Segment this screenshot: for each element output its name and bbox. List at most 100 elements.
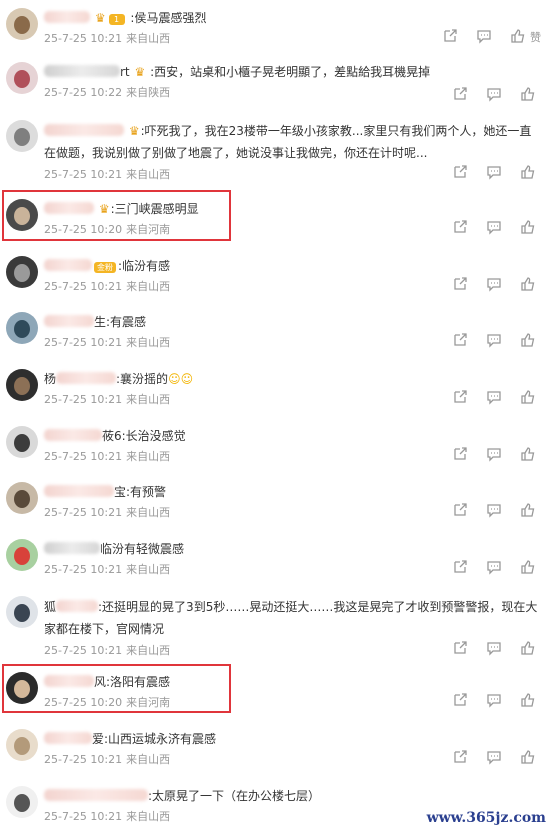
username-visible[interactable]: 狐 <box>44 600 56 614</box>
like-icon[interactable] <box>520 749 538 767</box>
comment-icon[interactable] <box>486 559 504 577</box>
comment-time: 25-7-25 10:21 <box>44 336 123 349</box>
comment-icon[interactable] <box>486 502 504 520</box>
comment-text: :山西运城永济有震感 <box>104 732 217 746</box>
comment-icon[interactable] <box>486 389 504 407</box>
like-icon[interactable] <box>520 692 538 710</box>
share-icon[interactable] <box>452 276 470 294</box>
username-blurred[interactable] <box>44 789 148 801</box>
watermark: www.365jz.com <box>426 810 546 826</box>
comment-icon[interactable] <box>476 28 494 46</box>
username-blurred[interactable] <box>44 124 124 136</box>
username-visible[interactable]: 生 <box>94 315 106 329</box>
comment-text: :三门峡震感明显 <box>110 202 199 216</box>
avatar[interactable] <box>6 596 38 628</box>
comment-icon[interactable] <box>486 692 504 710</box>
share-icon[interactable] <box>452 219 470 237</box>
share-icon[interactable] <box>442 28 460 46</box>
comment-location: 来自陕西 <box>126 86 171 99</box>
like-label[interactable]: 赞 <box>530 29 541 45</box>
comment-icon[interactable] <box>486 446 504 464</box>
vip-badge: 1 <box>108 14 125 25</box>
like-icon[interactable] <box>520 502 538 520</box>
comment-location: 来自山西 <box>126 336 171 349</box>
like-icon[interactable] <box>520 164 538 182</box>
like-icon[interactable] <box>520 86 538 104</box>
share-icon[interactable] <box>452 164 470 182</box>
username-visible[interactable]: 宝 <box>114 485 126 499</box>
comment-time: 25-7-25 10:22 <box>44 86 123 99</box>
share-icon[interactable] <box>452 446 470 464</box>
username-blurred[interactable] <box>44 542 100 554</box>
avatar[interactable] <box>6 120 38 152</box>
like-icon[interactable] <box>520 446 538 464</box>
share-icon[interactable] <box>452 86 470 104</box>
username-visible[interactable]: 风 <box>94 675 106 689</box>
username-blurred[interactable] <box>44 11 90 23</box>
like-icon[interactable] <box>520 559 538 577</box>
comment-icon[interactable] <box>486 86 504 104</box>
username-blurred[interactable] <box>56 372 117 384</box>
like-icon[interactable] <box>520 389 538 407</box>
comment-icon[interactable] <box>486 640 504 658</box>
comment-time: 25-7-25 10:21 <box>44 280 123 293</box>
share-icon[interactable] <box>452 502 470 520</box>
share-icon[interactable] <box>452 692 470 710</box>
avatar[interactable] <box>6 482 38 514</box>
comment-location: 来自山西 <box>126 280 171 293</box>
avatar[interactable] <box>6 426 38 458</box>
username-blurred[interactable] <box>44 202 94 214</box>
like-icon[interactable] <box>520 640 538 658</box>
comment-time: 25-7-25 10:21 <box>44 450 123 463</box>
share-icon[interactable] <box>452 749 470 767</box>
comment-location: 来自山西 <box>126 32 171 45</box>
avatar[interactable] <box>6 256 38 288</box>
username-visible[interactable]: 爱 <box>92 732 104 746</box>
comment-location: 来自山西 <box>126 644 171 657</box>
like-icon[interactable] <box>520 332 538 350</box>
share-icon[interactable] <box>452 389 470 407</box>
avatar[interactable] <box>6 312 38 344</box>
comment-icon[interactable] <box>486 276 504 294</box>
comment-time: 25-7-25 10:21 <box>44 32 123 45</box>
comment-text: :有预警 <box>126 485 167 499</box>
comment-location: 来自山西 <box>126 810 171 823</box>
share-icon[interactable] <box>452 559 470 577</box>
comment-icon[interactable] <box>486 332 504 350</box>
avatar[interactable] <box>6 786 38 818</box>
comment-icon[interactable] <box>486 219 504 237</box>
comment-time: 25-7-25 10:20 <box>44 223 123 236</box>
username-visible[interactable]: rt <box>120 65 130 79</box>
username-blurred[interactable] <box>44 675 94 687</box>
username-blurred[interactable] <box>44 732 92 744</box>
like-icon[interactable] <box>520 276 538 294</box>
comment-time: 25-7-25 10:21 <box>44 393 123 406</box>
username-blurred[interactable] <box>56 600 99 612</box>
username-visible[interactable]: 杨 <box>44 372 56 386</box>
avatar[interactable] <box>6 199 38 231</box>
avatar[interactable] <box>6 369 38 401</box>
avatar[interactable] <box>6 62 38 94</box>
username-blurred[interactable] <box>44 429 102 441</box>
username-visible[interactable]: 莜6 <box>102 429 122 443</box>
username-blurred[interactable] <box>44 315 94 327</box>
comment-icon[interactable] <box>486 164 504 182</box>
username-blurred[interactable] <box>44 65 120 77</box>
comment-time: 25-7-25 10:21 <box>44 563 123 576</box>
share-icon[interactable] <box>452 640 470 658</box>
username-blurred[interactable] <box>44 259 92 271</box>
crown-icon: ♛ <box>94 11 106 25</box>
avatar[interactable] <box>6 672 38 704</box>
avatar[interactable] <box>6 539 38 571</box>
like-icon[interactable] <box>510 28 528 46</box>
avatar[interactable] <box>6 729 38 761</box>
avatar[interactable] <box>6 8 38 40</box>
share-icon[interactable] <box>452 332 470 350</box>
comment-icon[interactable] <box>486 749 504 767</box>
vip-badge: 金粉 <box>94 262 116 273</box>
comment-text: :临汾有感 <box>118 259 171 273</box>
like-icon[interactable] <box>520 219 538 237</box>
comment-location: 来自山西 <box>126 168 171 181</box>
username-blurred[interactable] <box>44 485 114 497</box>
comment-location: 来自山西 <box>126 393 171 406</box>
